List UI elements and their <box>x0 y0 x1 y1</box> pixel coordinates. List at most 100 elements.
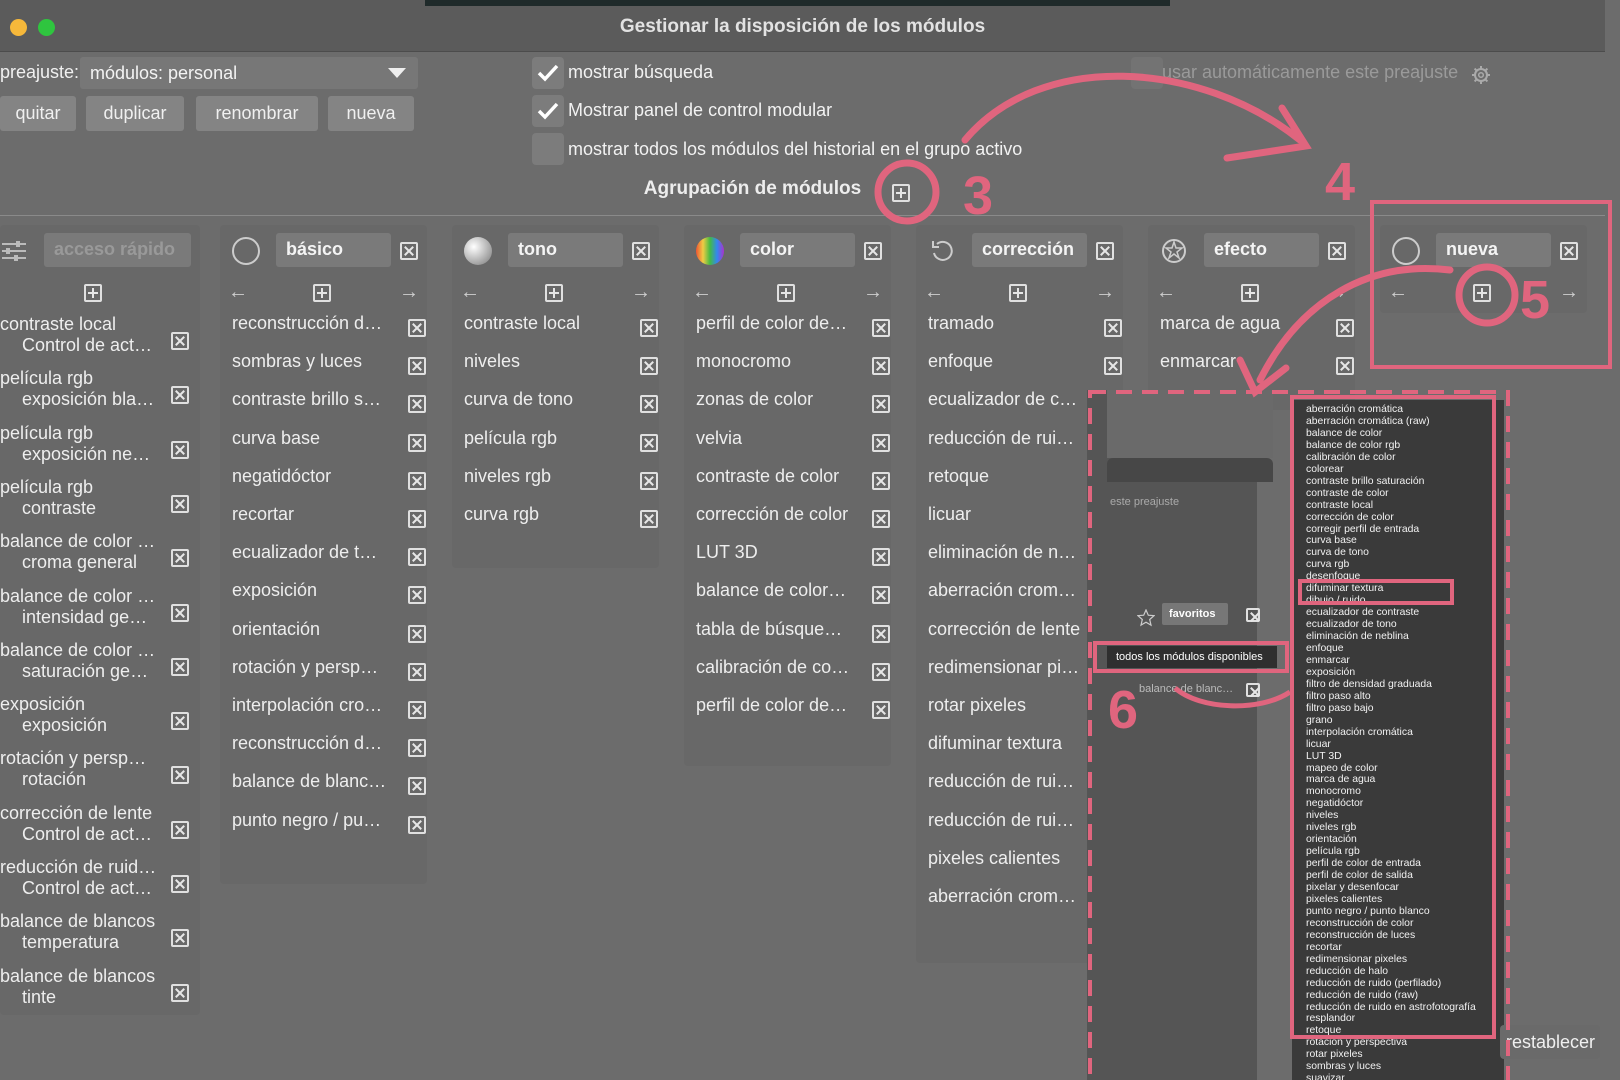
module-list-item[interactable]: colorear <box>1306 464 1344 475</box>
remove-group-icon[interactable] <box>1560 242 1578 260</box>
group-module-item[interactable]: curva de tono <box>464 383 658 422</box>
group-module-item[interactable]: exposición <box>232 574 426 613</box>
group-module-item[interactable]: zonas de color <box>696 383 890 422</box>
remove-icon[interactable] <box>408 357 426 376</box>
group-module-item[interactable]: rotación y persp… <box>232 651 426 690</box>
auto-apply-checkbox[interactable] <box>1131 57 1163 89</box>
remove-icon[interactable] <box>408 433 426 452</box>
quick-access-item[interactable]: película rgb exposición bla… <box>0 368 190 421</box>
arrow-left-icon[interactable]: ← <box>1156 281 1176 304</box>
group-name-field[interactable]: corrección <box>972 233 1087 267</box>
module-list-item[interactable]: ecualizador de contraste <box>1306 607 1419 618</box>
module-list-item[interactable]: reconstrucción de luces <box>1306 930 1415 941</box>
group-name-field[interactable]: nueva <box>1436 233 1551 267</box>
group-module-item[interactable]: recortar <box>232 498 426 537</box>
module-list-item[interactable]: filtro de densidad graduada <box>1306 679 1432 690</box>
module-list-item[interactable]: película rgb <box>1306 846 1360 857</box>
module-list-item[interactable]: sombras y luces <box>1306 1061 1381 1072</box>
available-modules-list[interactable]: aberración cromática aberración cromática… <box>1292 400 1504 1080</box>
module-list-item[interactable]: enmarcar <box>1306 655 1350 666</box>
remove-icon[interactable] <box>872 510 890 528</box>
group-name-field[interactable]: color <box>740 233 855 267</box>
group-module-item[interactable]: reconstrucción d… <box>232 727 426 766</box>
module-list-item[interactable]: reducción de ruido en astrofotografía <box>1306 1002 1476 1013</box>
group-module-item[interactable]: reconstrucción d… <box>232 307 426 346</box>
show-search-checkbox[interactable] <box>532 57 564 89</box>
module-list-item[interactable]: aberración cromática <box>1306 404 1403 415</box>
arrow-right-icon[interactable]: → <box>399 281 419 304</box>
module-list-item[interactable]: dibujo / ruido <box>1306 595 1366 606</box>
group-module-item[interactable]: punto negro / pu… <box>232 804 426 843</box>
module-list-item[interactable]: balance de color <box>1306 428 1382 439</box>
module-list-item[interactable]: contraste brillo saturación <box>1306 476 1424 487</box>
arrow-right-icon[interactable]: → <box>1559 281 1579 304</box>
module-list-item[interactable]: perfil de color de entrada <box>1306 858 1421 869</box>
remove-icon[interactable] <box>1336 319 1354 337</box>
quick-access-item[interactable]: película rgb exposición ne… <box>0 423 190 476</box>
module-list-item[interactable]: corregir perfil de entrada <box>1306 524 1419 535</box>
arrow-left-icon[interactable]: ← <box>692 281 712 304</box>
module-list-item[interactable]: balance de color rgb <box>1306 440 1400 451</box>
module-list-item[interactable]: mapeo de color <box>1306 763 1378 774</box>
remove-icon[interactable] <box>872 548 890 567</box>
module-list-item[interactable]: enfoque <box>1306 643 1344 654</box>
remove-icon[interactable] <box>872 662 890 681</box>
new-preset-button[interactable]: nueva <box>328 96 414 131</box>
quick-access-item[interactable]: contraste local Control de act… <box>0 314 190 367</box>
module-list-item[interactable]: contraste local <box>1306 500 1373 511</box>
remove-icon[interactable] <box>640 319 658 337</box>
add-quick-access-button[interactable] <box>84 284 102 302</box>
group-module-item[interactable]: balance de blanc… <box>232 765 426 804</box>
module-list-item[interactable]: recortar <box>1306 942 1342 953</box>
reset-button[interactable]: restablecer <box>1500 1025 1600 1059</box>
module-list-item[interactable]: calibración de color <box>1306 452 1396 463</box>
duplicate-preset-button[interactable]: duplicar <box>86 96 184 131</box>
inset-module-close-icon[interactable] <box>1246 683 1260 697</box>
group-module-item[interactable]: calibración de co… <box>696 651 890 690</box>
group-module-item[interactable]: interpolación cro… <box>232 689 426 728</box>
group-module-item[interactable]: corrección de color <box>696 498 890 537</box>
remove-icon[interactable] <box>408 548 426 567</box>
add-group-button[interactable] <box>892 184 910 202</box>
module-list-item[interactable]: ecualizador de tono <box>1306 619 1397 630</box>
module-list-item[interactable]: difuminar textura <box>1306 583 1383 594</box>
arrow-left-icon[interactable]: ← <box>1388 281 1408 304</box>
module-list-item[interactable]: exposición <box>1306 667 1355 678</box>
quick-access-item[interactable]: balance de color … intensidad ge… <box>0 586 190 639</box>
remove-icon[interactable] <box>408 586 426 605</box>
group-module-item[interactable]: perfil de color de… <box>696 307 890 346</box>
module-list-item[interactable]: suavizar <box>1306 1073 1345 1080</box>
module-list-item[interactable]: reducción de ruido (perfilado) <box>1306 978 1441 989</box>
module-list-item[interactable]: niveles rgb <box>1306 822 1356 833</box>
arrow-left-icon[interactable]: ← <box>924 281 944 304</box>
quick-access-item[interactable]: rotación y persp… rotación <box>0 748 190 801</box>
module-list-item[interactable]: LUT 3D <box>1306 751 1342 762</box>
arrow-right-icon[interactable]: → <box>631 281 651 304</box>
module-list-item[interactable]: reducción de halo <box>1306 966 1388 977</box>
module-list-item[interactable]: orientación <box>1306 834 1357 845</box>
module-list-item[interactable]: pixelar y desenfocar <box>1306 882 1399 893</box>
module-list-item[interactable]: curva de tono <box>1306 547 1369 558</box>
remove-icon[interactable] <box>408 739 426 758</box>
group-module-item[interactable]: curva base <box>232 422 426 461</box>
remove-icon[interactable] <box>872 701 890 719</box>
remove-icon[interactable] <box>872 433 890 452</box>
remove-icon[interactable] <box>408 319 426 337</box>
group-module-item[interactable]: tabla de búsque… <box>696 613 890 652</box>
remove-icon[interactable] <box>171 440 189 459</box>
module-list-item[interactable]: filtro paso bajo <box>1306 703 1374 714</box>
group-module-item[interactable]: orientación <box>232 613 426 652</box>
group-module-item[interactable]: LUT 3D <box>696 536 890 575</box>
group-module-item[interactable]: negatidóctor <box>232 460 426 499</box>
remove-icon[interactable] <box>408 510 426 528</box>
rename-preset-button[interactable]: renombrar <box>196 96 318 131</box>
show-modular-panel-checkbox[interactable] <box>532 95 564 127</box>
module-list-item[interactable]: corrección de color <box>1306 512 1394 523</box>
add-module-button[interactable] <box>777 284 795 302</box>
module-list-item[interactable]: eliminación de neblina <box>1306 631 1409 642</box>
group-module-item[interactable]: contraste brillo s… <box>232 383 426 422</box>
quick-access-item[interactable]: balance de blancos tinte <box>0 966 190 1019</box>
remove-icon[interactable] <box>640 395 658 414</box>
group-module-item[interactable]: sombras y luces <box>232 345 426 384</box>
module-list-item[interactable]: retoque <box>1306 1025 1341 1036</box>
